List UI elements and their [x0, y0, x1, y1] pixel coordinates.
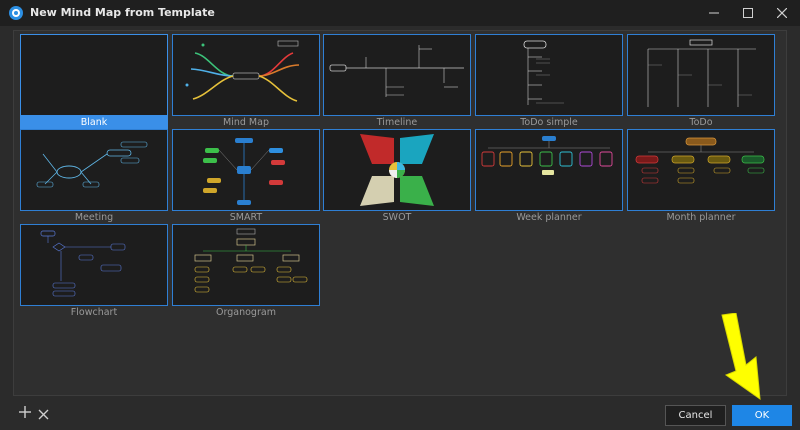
close-button[interactable]	[765, 0, 799, 26]
template-smart[interactable]: SMART	[172, 129, 320, 224]
cancel-button[interactable]: Cancel	[665, 405, 726, 426]
template-mind-map[interactable]: Mind Map	[172, 34, 320, 129]
template-thumbnail	[627, 34, 775, 116]
maximize-icon	[743, 8, 753, 18]
template-thumbnail	[172, 224, 320, 306]
template-label: Mind Map	[223, 117, 269, 128]
template-label: Flowchart	[70, 307, 118, 318]
template-flowchart[interactable]: Flowchart	[20, 224, 168, 319]
plus-icon	[19, 406, 31, 418]
minimize-icon	[709, 12, 719, 14]
template-timeline[interactable]: Timeline	[323, 34, 471, 129]
template-label: Month planner	[666, 212, 736, 223]
template-todo-simple[interactable]: ToDo simple	[475, 34, 623, 129]
remove-template-button[interactable]	[38, 407, 49, 425]
template-thumbnail	[475, 34, 623, 116]
template-organogram[interactable]: Organogram	[172, 224, 320, 319]
template-meeting[interactable]: Meeting	[20, 129, 168, 224]
title-bar: New Mind Map from Template	[0, 0, 800, 26]
template-label: Blank	[20, 116, 168, 129]
template-swot[interactable]: SWOT	[323, 129, 471, 224]
close-icon	[777, 8, 787, 18]
template-gallery: Blank Mind Map Timeline ToDo simple ToDo…	[13, 30, 787, 396]
template-label: ToDo simple	[520, 117, 578, 128]
template-thumbnail	[323, 34, 471, 116]
minimize-button[interactable]	[697, 0, 731, 26]
template-label: Organogram	[216, 307, 276, 318]
x-icon	[38, 409, 49, 420]
template-thumbnail	[172, 129, 320, 211]
add-template-button[interactable]	[18, 405, 32, 424]
template-thumbnail	[172, 34, 320, 116]
template-label: Timeline	[376, 117, 418, 128]
annotation-arrow-icon	[721, 313, 761, 401]
template-blank[interactable]: Blank	[20, 34, 168, 129]
template-thumbnail	[627, 129, 775, 211]
template-thumbnail	[475, 129, 623, 211]
template-week-planner[interactable]: Week planner	[475, 129, 623, 224]
template-month-planner[interactable]: Month planner	[627, 129, 775, 224]
template-thumbnail	[20, 34, 168, 116]
window-title: New Mind Map from Template	[30, 6, 215, 19]
template-label: Week planner	[516, 212, 582, 223]
maximize-button[interactable]	[731, 0, 765, 26]
app-logo-icon	[9, 6, 23, 20]
template-thumbnail	[323, 129, 471, 211]
template-label: ToDo	[689, 117, 713, 128]
template-label: SMART	[229, 212, 263, 223]
template-thumbnail	[20, 129, 168, 211]
template-thumbnail	[20, 224, 168, 306]
template-label: Meeting	[74, 212, 114, 223]
template-todo[interactable]: ToDo	[627, 34, 775, 129]
template-label: SWOT	[382, 212, 412, 223]
ok-button[interactable]: OK	[732, 405, 792, 426]
